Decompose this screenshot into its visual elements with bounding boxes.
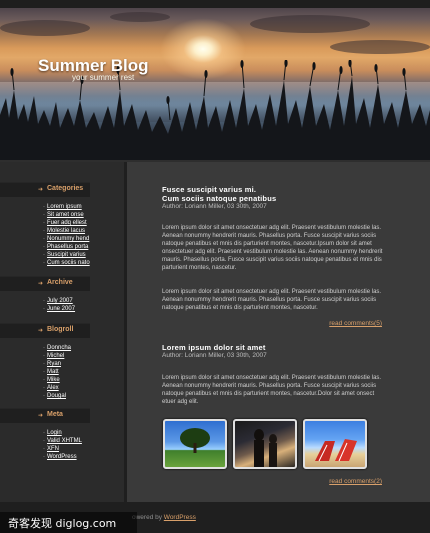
sidebar: ➜ Categories · Lorem ipsum · Sit amet onse… [0,162,124,502]
people-icon [254,429,277,467]
meta-link[interactable]: Login [47,430,62,436]
cloud [0,20,90,36]
archive-widget: ➜ Archive · July 2007 · June 2007 [0,276,124,313]
blogroll-link[interactable]: Donncha [47,345,71,351]
post-paragraph: Lorem ipsum dolor sit amet onsectetuer a… [162,375,382,405]
post-meta: Author: Loriann Miller, 03 30th, 2007 [162,203,267,210]
arrow-right-icon: ➜ [38,280,44,287]
main-content: Fusce suscipit varius mi. Cum sociis nato… [127,162,430,502]
meta-link[interactable]: WordPress [47,454,77,460]
top-bar [0,0,430,8]
cloud [330,40,430,54]
page: Summer Blog your summer rest ➜ Categorie… [0,0,430,533]
category-link[interactable]: Molestie lacus [47,228,85,234]
blogroll-link[interactable]: Matt [47,369,59,375]
category-link[interactable]: Sit amet onse [47,212,84,218]
blogroll-link[interactable]: Mike [47,377,60,383]
footer-credit: owered by WordPress [132,514,196,521]
widget-heading-bar: ➜ Categories [0,182,90,197]
category-link[interactable]: Nonummy hend [47,236,89,242]
silhouette-photo-thumbnail[interactable] [233,419,297,469]
archive-heading: Archive [47,279,73,286]
blogroll-link[interactable]: Dougal [47,393,66,399]
tree-photo-thumbnail[interactable] [163,419,227,469]
archive-link[interactable]: July 2007 [47,298,73,304]
arrow-right-icon: ➜ [38,186,44,193]
site-tagline: your summer rest [72,73,135,82]
widget-heading-bar: ➜ Blogroll [0,323,90,338]
beach-chair-icon [315,439,357,462]
blogroll-heading: Blogroll [47,326,74,333]
post-paragraph: Lorem ipsum dolor sit amet onsectetuer a… [162,225,383,271]
widget-heading-bar: ➜ Meta [0,408,90,423]
post-paragraph: Lorem ipsum dolor sit amet onsectetuer a… [162,289,382,311]
watermark-text: 奇客发现 diglog.com [8,517,117,530]
categories-widget: ➜ Categories · Lorem ipsum · Sit amet onse… [0,182,124,267]
post-title[interactable]: Lorem ipsum dolor sit amet [162,343,266,352]
category-link[interactable]: Suscipit varius [47,252,86,258]
read-comments-link[interactable]: read comments(5) [329,320,382,327]
blogroll-link[interactable]: Alex [47,385,59,391]
category-link[interactable]: Fuer adq ellest [47,220,87,226]
tree-icon [180,428,210,453]
post-meta: Author: Loriann Miller, 03 30th, 2007 [162,352,267,359]
arrow-right-icon: ➜ [38,412,44,419]
wordpress-link[interactable]: WordPress [164,514,196,521]
read-comments-link[interactable]: read comments(2) [329,478,382,485]
widget-heading-bar: ➜ Archive [0,276,90,291]
meta-link[interactable]: XFN [47,446,59,452]
arrow-right-icon: ➜ [38,327,44,334]
cloud [110,12,170,22]
meta-heading: Meta [47,411,63,418]
meta-link[interactable]: Valid XHTML [47,438,82,444]
post-title[interactable]: Fusce suscipit varius mi. Cum sociis nato… [162,185,276,203]
category-link[interactable]: Lorem ipsum [47,204,82,210]
watermark: 奇客发现 diglog.com [0,512,137,533]
cloud [250,15,370,33]
beach-chairs-photo-thumbnail[interactable] [303,419,367,469]
blogroll-link[interactable]: Michel [47,353,64,359]
archive-link[interactable]: June 2007 [47,306,75,312]
categories-heading: Categories [47,185,84,192]
category-link[interactable]: Phasellus porta [47,244,88,250]
blogroll-link[interactable]: Ryan [47,361,61,367]
category-link[interactable]: Cum sociis nato [47,260,90,266]
meta-widget: ➜ Meta · Login · Valid XHTML · XFN · WordPre… [0,408,124,461]
header-banner: Summer Blog your summer rest [0,0,430,160]
blogroll-widget: ➜ Blogroll · Donncha · Michel · Ryan · Matt … [0,323,124,400]
